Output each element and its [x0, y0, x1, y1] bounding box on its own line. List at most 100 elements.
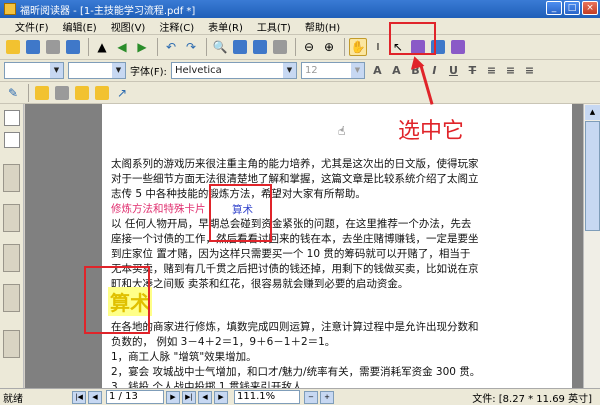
toolbar-separator	[344, 38, 345, 56]
title-bar: 福昕阅读器 - [1-主技能学习流程.pdf *] _ □ ×	[0, 0, 600, 18]
paragraph-combo[interactable]: ▼	[68, 62, 126, 79]
annotation-toolbar: ✎ ↗	[0, 82, 600, 104]
textbox-tool-button[interactable]	[53, 84, 71, 102]
close-button[interactable]: ×	[582, 1, 598, 15]
email-button[interactable]	[64, 38, 82, 56]
open-button[interactable]	[4, 38, 22, 56]
font-value: Helvetica	[174, 65, 222, 76]
page-line: 1，商工人脉 "增筑"效果增加。	[111, 351, 257, 363]
note-tool-button[interactable]	[73, 84, 91, 102]
annotation-box-heading	[84, 266, 150, 334]
chevron-down-icon: ▼	[282, 63, 296, 78]
page-line: 到庄家位 置才赌，因为这样只需要买一个 10 贯的筹码就可以开赌了，相当于	[111, 248, 471, 260]
first-page-icon: |◀	[75, 392, 83, 401]
arrow-tool-button[interactable]: ↗	[113, 84, 131, 102]
align-center-icon: ≡	[505, 64, 516, 77]
panel-tab-5[interactable]	[3, 330, 20, 358]
shape-tool-button[interactable]	[33, 84, 51, 102]
zoom-in-status-button[interactable]: +	[320, 390, 334, 404]
align-right-button[interactable]: ≡	[521, 62, 538, 79]
highlight-button[interactable]: A	[388, 62, 405, 79]
minus-icon: ⊖	[303, 40, 315, 54]
rotate-button[interactable]	[271, 38, 289, 56]
maximize-button[interactable]: □	[564, 1, 580, 15]
underline-button[interactable]: U	[445, 62, 462, 79]
panel-tab-1[interactable]	[3, 164, 20, 192]
scroll-thumb[interactable]	[585, 121, 600, 231]
save-icon	[26, 40, 40, 54]
zoom-out-button[interactable]: ⊖	[300, 38, 318, 56]
arrow-tool-icon: ↗	[116, 85, 128, 100]
text-select-button[interactable]: I	[369, 38, 387, 56]
history-back-button[interactable]: ◀	[198, 390, 212, 404]
font-combo[interactable]: Helvetica ▼	[170, 62, 297, 79]
page-line: 町和大凑之间贩 卖茶和红花，很容易就会赚到必要的启动资金。	[111, 278, 409, 290]
font-color-button[interactable]: A	[369, 62, 386, 79]
page-line: 无本买卖，赌到有几千贯之后把讨债的钱还掉，用剩下的钱做买卖，比如说在京	[111, 263, 479, 275]
printer-icon	[46, 40, 60, 54]
image-button[interactable]	[449, 38, 467, 56]
scroll-up-icon[interactable]: ▲	[585, 105, 600, 120]
callout-icon	[95, 85, 109, 100]
callout-tool-button[interactable]	[93, 84, 111, 102]
last-page-button[interactable]: ▶|	[182, 390, 196, 404]
zoom-field[interactable]: 111.1%	[234, 390, 300, 404]
strikethrough-icon: T	[468, 64, 477, 77]
page-line: 以 任何人物开局，早期总会碰到资金紧张的问题，在这里推荐一个办法，先去	[111, 218, 472, 230]
zoom-button[interactable]: 🔍	[211, 38, 229, 56]
zoom-in-button[interactable]: ⊕	[320, 38, 338, 56]
redo-icon: ↷	[185, 40, 197, 54]
redo-button[interactable]: ↷	[182, 38, 200, 56]
image-icon	[451, 40, 465, 54]
forward-circle-icon: ▶	[218, 392, 224, 401]
panel-tab-3[interactable]	[3, 244, 20, 272]
menu-edit[interactable]: 编辑(E)	[56, 19, 104, 34]
print-button[interactable]	[44, 38, 62, 56]
zoom-out-status-button[interactable]: −	[304, 390, 318, 404]
toolbar-separator	[206, 38, 207, 56]
fit-page-button[interactable]	[231, 38, 249, 56]
plus-icon: +	[324, 392, 330, 401]
panel-tab-2[interactable]	[3, 204, 20, 232]
menu-tools[interactable]: 工具(T)	[250, 19, 298, 34]
bookmark-panel-icon[interactable]	[3, 110, 20, 126]
strikethrough-button[interactable]: T	[464, 62, 481, 79]
panel-tab-4[interactable]	[3, 284, 20, 312]
back-circle-icon: ◀	[202, 392, 208, 401]
forward-button[interactable]: ▶	[133, 38, 151, 56]
italic-button[interactable]: I	[426, 62, 443, 79]
menu-form[interactable]: 表单(R)	[201, 19, 250, 34]
prev-page-button[interactable]: ▲	[93, 38, 111, 56]
text-select-icon: I	[376, 41, 380, 53]
next-page-status-button[interactable]: ▶	[166, 390, 180, 404]
fit-width-button[interactable]	[251, 38, 269, 56]
vertical-scrollbar[interactable]: ▲	[583, 104, 600, 388]
page-number-field[interactable]: 1 / 13	[106, 390, 164, 404]
menu-file[interactable]: 文件(F)	[8, 19, 56, 34]
pages-panel-icon[interactable]	[3, 132, 20, 148]
hand-tool-button[interactable]: ✋	[349, 38, 367, 56]
annotation-label: 选中它	[398, 119, 465, 144]
pencil-tool-button[interactable]: ✎	[4, 84, 22, 102]
style-combo[interactable]: ▼	[4, 62, 64, 79]
align-center-button[interactable]: ≡	[502, 62, 519, 79]
menu-view[interactable]: 视图(V)	[104, 19, 153, 34]
pdf-page[interactable]: ☝ 太阁系列的游戏历来很注重主角的能力培养，尤其是这次出的日文版，使得玩家 对于…	[102, 104, 572, 388]
magnifier-icon: 🔍	[212, 40, 228, 54]
undo-button[interactable]: ↶	[162, 38, 180, 56]
menu-comment[interactable]: 注释(C)	[152, 19, 201, 34]
prev-page-status-button[interactable]: ◀	[88, 390, 102, 404]
save-button[interactable]	[24, 38, 42, 56]
menu-help[interactable]: 帮助(H)	[298, 19, 347, 34]
first-page-button[interactable]: |◀	[72, 390, 86, 404]
highlight-icon: A	[392, 64, 401, 77]
minimize-button[interactable]: _	[546, 1, 562, 15]
align-left-button[interactable]: ≡	[483, 62, 500, 79]
font-color-icon: A	[373, 64, 382, 77]
back-button[interactable]: ◀	[113, 38, 131, 56]
status-ready: 就绪	[3, 393, 23, 405]
hand-icon: ✋	[350, 40, 366, 54]
font-size-combo[interactable]: 12 ▼	[300, 62, 365, 79]
document-view[interactable]: ☝ 太阁系列的游戏历来很注重主角的能力培养，尤其是这次出的日文版，使得玩家 对于…	[25, 104, 583, 388]
history-forward-button[interactable]: ▶	[214, 390, 228, 404]
